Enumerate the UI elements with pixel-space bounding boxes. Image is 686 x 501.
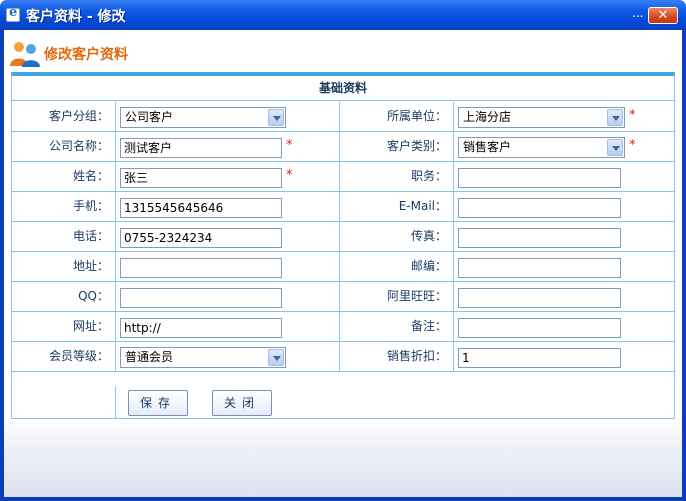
member-level-label: 会员等级：	[12, 342, 115, 371]
qq-label: QQ：	[12, 282, 115, 311]
fax-label: 传真：	[340, 222, 453, 251]
fax-input[interactable]	[458, 228, 621, 248]
website-label: 网址：	[12, 312, 115, 341]
window-title: 客户资料 - 修改	[26, 9, 126, 25]
required-mark: *	[629, 138, 636, 153]
email-input[interactable]	[458, 198, 621, 218]
chevron-down-icon[interactable]	[607, 109, 623, 126]
member-level-select[interactable]: 普通会员	[120, 347, 286, 368]
title-bar[interactable]: 客户资料 - 修改 ... ✕	[0, 0, 686, 30]
close-button[interactable]: 关闭	[212, 390, 272, 416]
unit-label: 所属单位：	[340, 102, 453, 131]
button-row: 保存 关闭	[12, 386, 674, 419]
customer-group-label: 客户分组：	[12, 102, 115, 131]
aliwangwang-label: 阿里旺旺：	[340, 282, 453, 311]
window: 客户资料 - 修改 ... ✕ 修改客户资料 基础资料 客户分组： 公司客户 所…	[0, 0, 686, 501]
users-icon	[10, 42, 40, 67]
customer-type-label: 客户类别：	[340, 132, 453, 161]
unit-select[interactable]: 上海分店	[458, 107, 625, 128]
postcode-input[interactable]	[458, 258, 621, 278]
company-name-label: 公司名称：	[12, 132, 115, 161]
menu-dots[interactable]: ...	[632, 6, 643, 20]
aliwangwang-input[interactable]	[458, 288, 621, 308]
form-row: 姓名： 张三 * 职务：	[12, 162, 674, 192]
required-mark: *	[286, 138, 293, 153]
close-window-button[interactable]: ✕	[648, 7, 678, 24]
discount-input[interactable]: 1	[458, 348, 621, 368]
remark-label: 备注：	[340, 312, 453, 341]
form-row: QQ： 阿里旺旺：	[12, 282, 674, 312]
company-name-input[interactable]: 测试客户	[120, 138, 282, 158]
chevron-down-icon[interactable]	[268, 109, 284, 126]
save-button[interactable]: 保存	[128, 390, 188, 416]
page-title: 修改客户资料	[44, 47, 128, 63]
form-row: 电话： 0755-2324234 传真：	[12, 222, 674, 252]
form-row: 会员等级： 普通会员 销售折扣： 1	[12, 342, 674, 372]
chevron-down-icon[interactable]	[268, 349, 284, 366]
email-label: E-Mail：	[340, 192, 453, 221]
qq-input[interactable]	[120, 288, 282, 308]
customer-group-select[interactable]: 公司客户	[120, 107, 286, 128]
mobile-label: 手机：	[12, 192, 115, 221]
form-row: 手机： 1315545645646 E-Mail：	[12, 192, 674, 222]
customer-type-select[interactable]: 销售客户	[458, 137, 625, 158]
ie-icon	[6, 5, 20, 22]
form-row: 客户分组： 公司客户 所属单位： 上海分店 *	[12, 102, 674, 132]
form-row: 公司名称： 测试客户 * 客户类别： 销售客户 *	[12, 132, 674, 162]
address-label: 地址：	[12, 252, 115, 281]
section-title: 基础资料	[12, 76, 674, 101]
required-mark: *	[629, 108, 636, 123]
required-mark: *	[286, 168, 293, 183]
form-row: 地址： 邮编：	[12, 252, 674, 282]
name-label: 姓名：	[12, 162, 115, 191]
mobile-input[interactable]: 1315545645646	[120, 198, 282, 218]
position-input[interactable]	[458, 168, 621, 188]
customer-form: 基础资料 客户分组： 公司客户 所属单位： 上海分店 * 公司名称： 测试客户 …	[11, 72, 675, 419]
phone-input[interactable]: 0755-2324234	[120, 228, 282, 248]
remark-input[interactable]	[458, 318, 621, 338]
name-input[interactable]: 张三	[120, 168, 282, 188]
client-bottom	[4, 418, 682, 497]
chevron-down-icon[interactable]	[607, 139, 623, 156]
website-input[interactable]: http://	[120, 318, 282, 338]
form-row: 网址： http:// 备注：	[12, 312, 674, 342]
discount-label: 销售折扣：	[340, 342, 453, 371]
postcode-label: 邮编：	[340, 252, 453, 281]
position-label: 职务：	[340, 162, 453, 191]
phone-label: 电话：	[12, 222, 115, 251]
address-input[interactable]	[120, 258, 282, 278]
